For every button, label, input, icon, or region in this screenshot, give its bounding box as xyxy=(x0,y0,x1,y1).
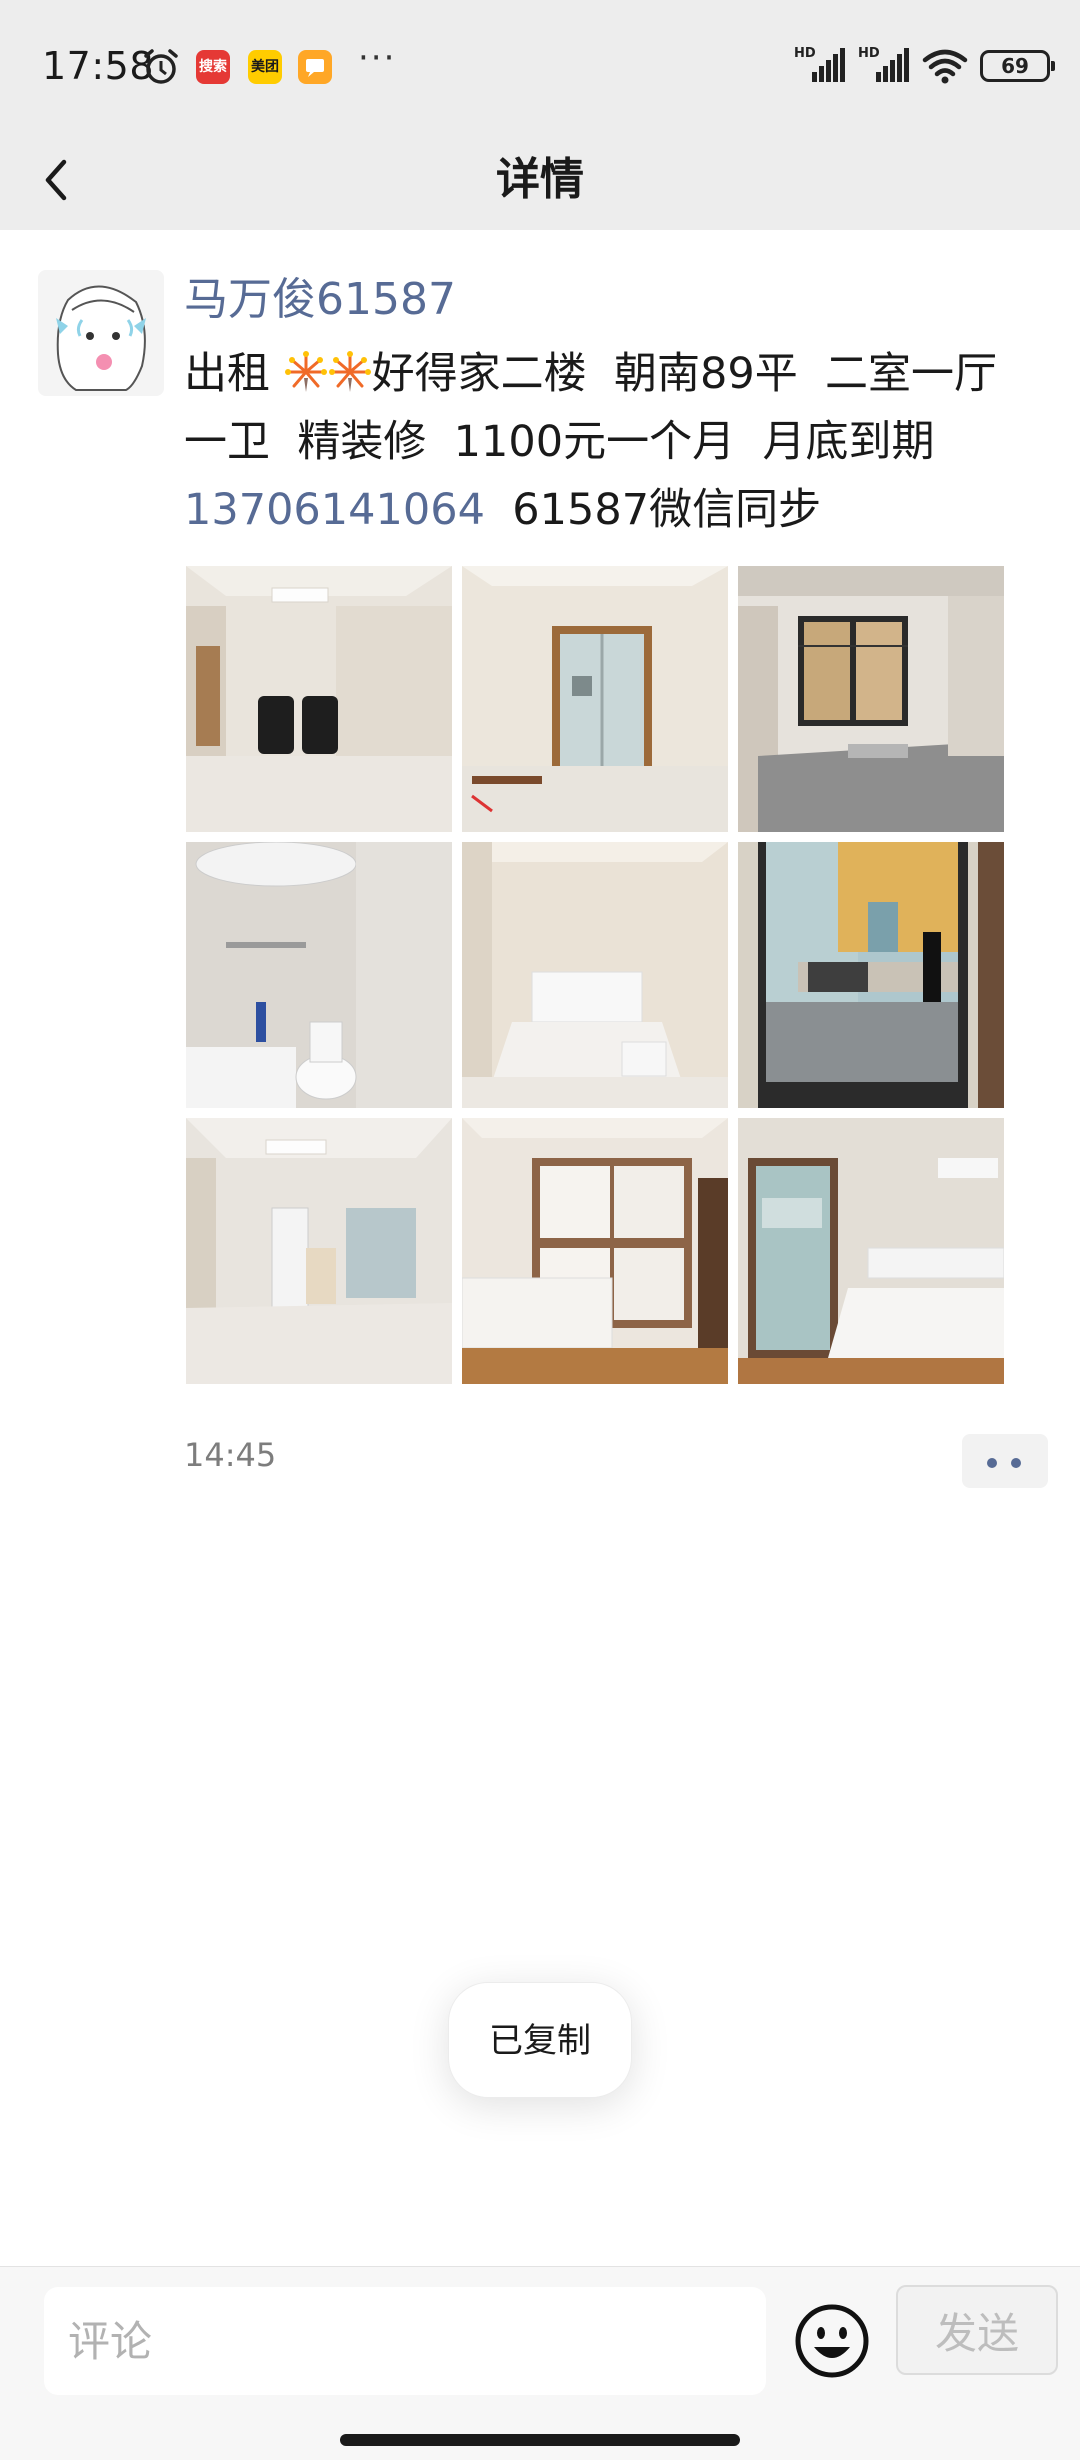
fireworks-emoji-icon xyxy=(284,351,327,392)
phone-number-link[interactable]: 13706141064 xyxy=(184,485,485,535)
comment-bar: 发送 xyxy=(0,2266,1080,2460)
copied-toast: 已复制 xyxy=(448,1982,632,2098)
more-notifications-icon: ··· xyxy=(358,38,397,78)
photo-6[interactable] xyxy=(738,842,1004,1108)
wifi-icon xyxy=(922,49,968,84)
photo-1[interactable] xyxy=(186,566,452,832)
more-actions-button[interactable] xyxy=(962,1434,1048,1488)
message-app-icon xyxy=(298,50,332,84)
photo-2[interactable] xyxy=(462,566,728,832)
home-indicator[interactable] xyxy=(340,2434,740,2446)
smiley-icon xyxy=(795,2304,869,2378)
meituan-app-icon: 美团 xyxy=(248,50,282,84)
photo-3[interactable] xyxy=(738,566,1004,832)
sousuo-app-icon: 搜索 xyxy=(196,50,230,84)
chevron-left-icon xyxy=(45,159,67,201)
send-button[interactable]: 发送 xyxy=(896,2285,1058,2375)
page-title: 详情 xyxy=(496,154,584,205)
photo-8[interactable] xyxy=(462,1118,728,1384)
photo-grid xyxy=(186,566,1004,1384)
back-button[interactable] xyxy=(30,140,110,220)
battery-icon: 69 xyxy=(980,50,1055,82)
emoji-button[interactable] xyxy=(792,2301,872,2381)
avatar-illustration xyxy=(38,270,164,396)
photo-4[interactable] xyxy=(186,842,452,1108)
author-avatar[interactable] xyxy=(38,270,164,396)
signal-icon-2: HD xyxy=(858,46,910,84)
hd-label-2: HD xyxy=(858,46,880,61)
status-bar: 17:58 搜索 美团 ··· HD HD 69 xyxy=(0,0,1080,130)
post-time: 14:45 xyxy=(184,1436,277,1474)
post-text-end: 61587微信同步 xyxy=(484,485,822,535)
post-text-start: 出租 xyxy=(184,349,284,399)
photo-9[interactable] xyxy=(738,1118,1004,1384)
title-bar: 详情 xyxy=(0,130,1080,230)
photo-5[interactable] xyxy=(462,842,728,1108)
alarm-clock-icon xyxy=(144,49,178,84)
signal-icon: HD xyxy=(794,46,846,84)
dot-icon-2 xyxy=(1011,1458,1021,1468)
dot-icon xyxy=(987,1458,997,1468)
fireworks-emoji-icon-2 xyxy=(328,351,371,392)
hd-label: HD xyxy=(794,46,816,61)
author-name[interactable]: 马万俊61587 xyxy=(184,268,456,332)
comment-input[interactable] xyxy=(44,2287,766,2395)
status-time: 17:58 xyxy=(42,44,155,88)
post-text: 出租 好得家二楼 朝南89平 二室一厅一卫 精装修 1100元一个月 月底到期 … xyxy=(184,340,1034,544)
photo-7[interactable] xyxy=(186,1118,452,1384)
